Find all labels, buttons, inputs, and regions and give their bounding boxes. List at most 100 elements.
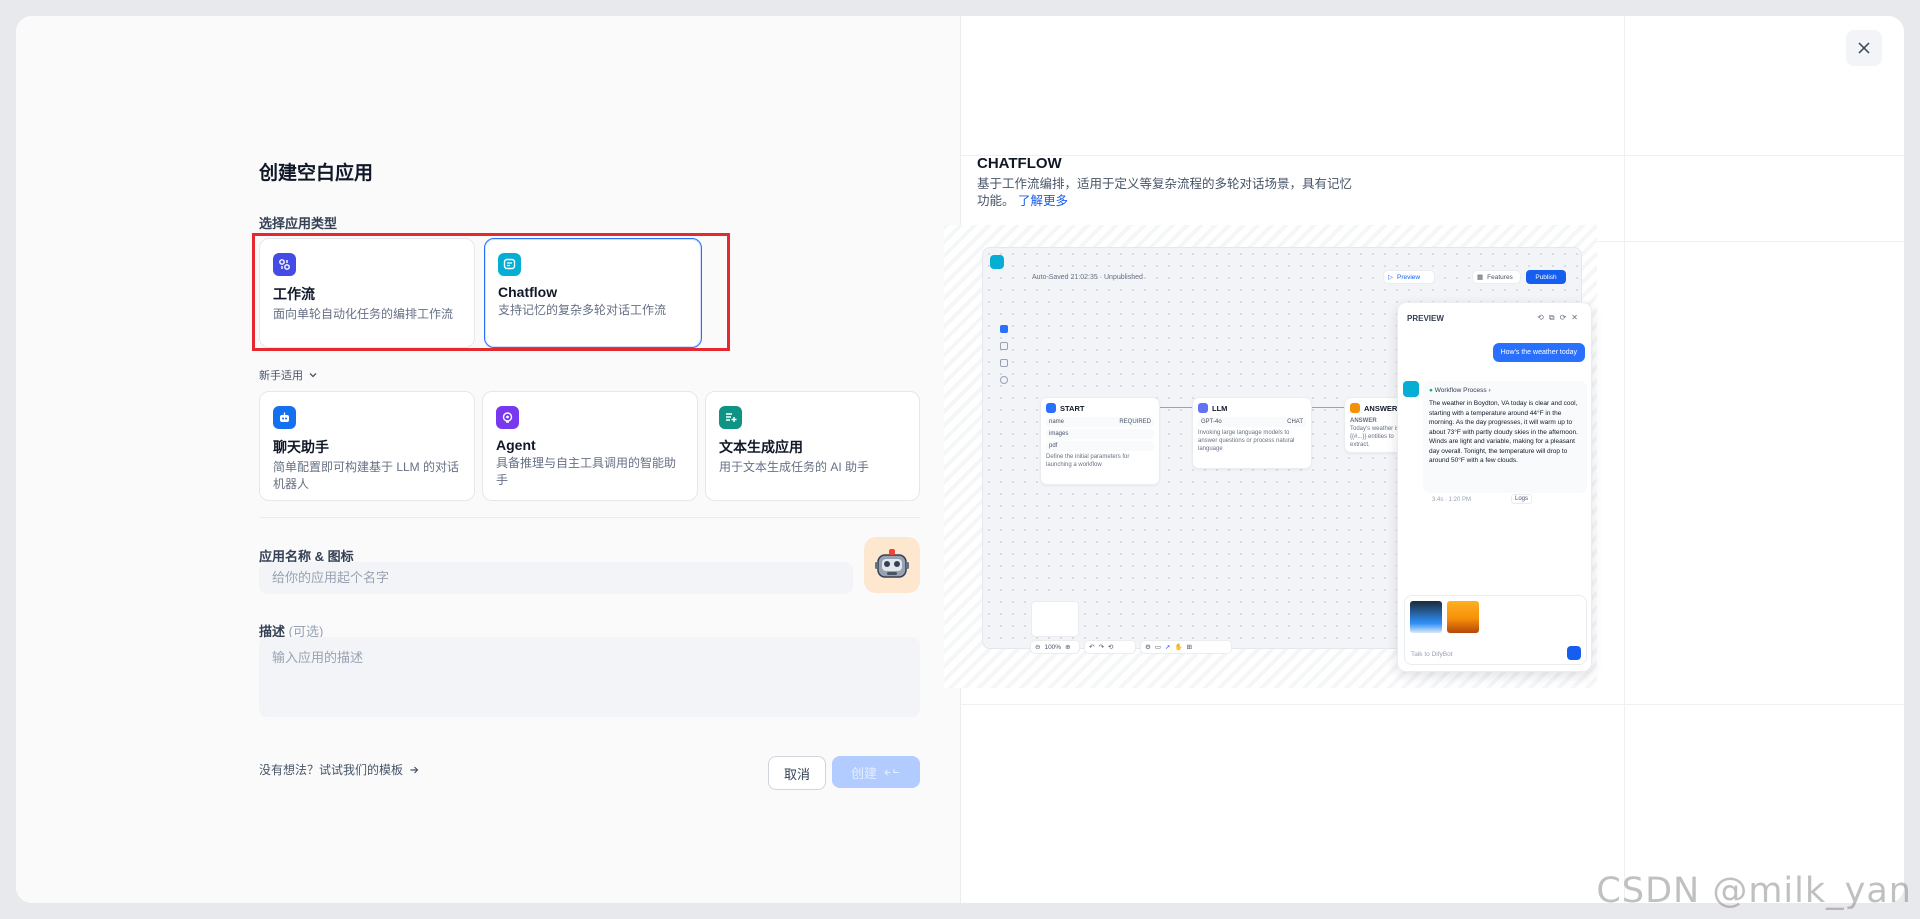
undo-icon: ↶: [1089, 644, 1095, 651]
robot-avatar-icon: [875, 549, 909, 578]
cancel-button[interactable]: 取消: [768, 756, 826, 790]
preview-button: ▷ Preview: [1383, 270, 1435, 284]
text-generation-icon: [719, 406, 742, 429]
beginner-label: 新手适用: [259, 370, 303, 382]
card-desc: 用于文本生成任务的 AI 助手: [719, 460, 870, 474]
app-type-label: 选择应用类型: [259, 216, 338, 231]
agent-icon: [496, 406, 519, 429]
minimap: [1031, 601, 1079, 637]
grid-icon: ▦: [1477, 274, 1484, 281]
var-name: name: [1049, 419, 1065, 425]
panel-actions: ⟲⧉⟳✕: [1537, 313, 1583, 322]
learn-more-link[interactable]: 了解更多: [1018, 194, 1068, 208]
publish-button: Publish: [1526, 270, 1566, 284]
workflow-process: ● Workflow Process ›: [1429, 387, 1491, 394]
workflow-process-label: Workflow Process: [1434, 387, 1487, 394]
logs-label: Logs: [1515, 496, 1529, 502]
section-divider: [259, 517, 920, 518]
answer-meta: 3.4s · 1:20 PM: [1432, 497, 1472, 503]
var-name: pdf: [1049, 443, 1058, 449]
app-type-chat-assistant[interactable]: 聊天助手 简单配置即可构建基于 LLM 的对话机器人: [259, 391, 475, 501]
sidebar-nav-icon: [1000, 376, 1008, 384]
app-type-agent[interactable]: Agent 具备推理与自主工具调用的智能助手: [482, 391, 698, 501]
llm-icon: [1198, 403, 1208, 413]
app-icon-picker[interactable]: [864, 537, 920, 593]
app-logo-icon: [990, 255, 1004, 269]
answer-text: The weather in Boydton, VA today is clea…: [1429, 400, 1578, 464]
model-mode: CHAT: [1287, 419, 1303, 425]
robot-icon: [273, 406, 296, 429]
features-btn-label: Features: [1487, 273, 1513, 281]
dialog-title: 创建空白应用: [259, 163, 374, 184]
bot-avatar-icon: [1403, 381, 1419, 397]
chat-input: Talk to DifyBot: [1404, 595, 1587, 665]
beginner-toggle[interactable]: 新手适用: [259, 367, 318, 383]
chevron-down-icon: [309, 373, 317, 378]
app-name-placeholder: 给你的应用起个名字: [272, 570, 390, 585]
create-button[interactable]: 创建: [832, 756, 920, 788]
answer-icon: [1350, 403, 1360, 413]
highlight-box: [252, 233, 730, 351]
edge-line: [1312, 407, 1344, 408]
sidebar-nav-icon: [1000, 359, 1008, 367]
zoom-control: ⊖ 100% ⊕: [1030, 640, 1080, 654]
model-name: GPT-4o: [1201, 419, 1222, 425]
required-tag: REQUIRED: [1119, 419, 1151, 425]
enter-shortcut-icon: [884, 768, 899, 775]
layout-icon: ⊞: [1186, 644, 1192, 651]
chat-placeholder: Talk to DifyBot: [1411, 651, 1453, 658]
pointer-icon: ➚: [1164, 644, 1171, 651]
node-desc: Invoking large language models to answer…: [1198, 430, 1295, 452]
zoom-level: 100%: [1044, 643, 1062, 651]
node-title: START: [1060, 403, 1085, 413]
node-title: LLM: [1212, 403, 1228, 413]
info-description: 基于工作流编排，适用于定义等复杂流程的多轮对话场景，具有记忆功能。 了解更多: [977, 176, 1355, 210]
card-title: Agent: [496, 437, 536, 453]
watermark: CSDN @milk_yan: [1596, 871, 1912, 911]
close-button[interactable]: [1846, 30, 1882, 66]
create-form-panel: 创建空白应用 选择应用类型 工作流 面向单轮自动化任务的编排工作流 Chatfl…: [16, 16, 960, 903]
description-textarea[interactable]: 输入应用的描述: [259, 637, 920, 717]
user-message: How's the weather today: [1492, 343, 1585, 362]
create-label: 创建: [850, 765, 877, 781]
history-controls: ↶ ↷ ⟲: [1084, 640, 1136, 654]
grid-line: [960, 155, 1904, 156]
zoom-out-icon: ⊖: [1035, 644, 1041, 651]
note-icon: ▭: [1154, 644, 1161, 651]
node-title: ANSWER: [1364, 403, 1398, 413]
panel-title: PREVIEW: [1407, 314, 1444, 323]
bot-answer: ● Workflow Process › The weather in Boyd…: [1423, 381, 1587, 493]
history-icon: ⟲: [1107, 644, 1114, 651]
preview-btn-label: Preview: [1397, 273, 1421, 281]
features-button: ▦ Features: [1472, 270, 1521, 284]
zoom-in-icon: ⊕: [1065, 644, 1071, 651]
canvas-tools: ⚙ ▭ ➚ ✋ ⊞: [1140, 640, 1232, 654]
start-node: START name REQUIRED images pdf Define the…: [1040, 397, 1160, 485]
sidebar-nav-icon: [1000, 325, 1008, 333]
template-link-text: 没有想法？试试我们的模板: [259, 763, 404, 777]
sidebar-nav-icon: [1000, 342, 1008, 350]
check-circle-icon: ●: [1429, 387, 1433, 394]
description-placeholder: 输入应用的描述: [272, 650, 364, 665]
settings-icon: ⚙: [1145, 644, 1151, 651]
template-link[interactable]: 没有想法？试试我们的模板: [259, 761, 419, 778]
var-name: images: [1049, 431, 1069, 437]
logs-button: Logs: [1511, 494, 1533, 504]
edge-line: [1160, 407, 1192, 408]
llm-node: LLM GPT-4o CHAT Invoking large language m…: [1192, 397, 1312, 469]
app-name-input[interactable]: 给你的应用起个名字: [259, 562, 853, 594]
image-thumbnail: [1447, 601, 1479, 633]
card-title: 聊天助手: [273, 439, 329, 455]
card-title: 文本生成应用: [719, 439, 803, 455]
play-icon: ▷: [1388, 274, 1393, 281]
grid-line: [1624, 16, 1625, 903]
preview-chat-panel: PREVIEW ⟲⧉⟳✕ How's the weather today ● W…: [1397, 302, 1592, 672]
node-desc: Define the initial parameters for launch…: [1046, 454, 1130, 468]
redo-icon: ↷: [1098, 644, 1104, 651]
card-desc: 具备推理与自主工具调用的智能助手: [496, 456, 677, 487]
info-title: CHATFLOW: [977, 155, 1062, 172]
home-icon: [1046, 403, 1056, 413]
arrow-right-icon: [410, 766, 419, 773]
image-thumbnail: [1410, 601, 1442, 633]
app-type-text-generation[interactable]: 文本生成应用 用于文本生成任务的 AI 助手: [705, 391, 920, 501]
